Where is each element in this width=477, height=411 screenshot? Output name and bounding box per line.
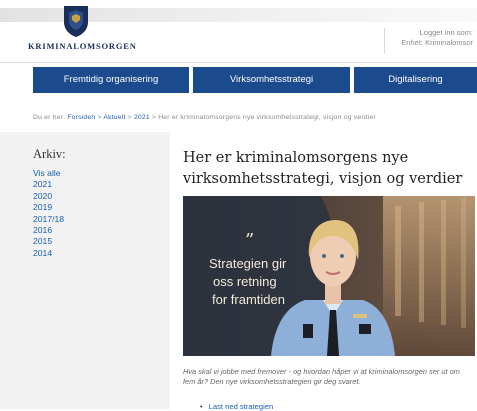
article-title: Her er kriminalomsorgens nye virksomhets… (183, 150, 463, 187)
breadcrumb-separator: > (151, 114, 157, 121)
hero-image: ” Strategien gir oss retning for framtid… (183, 196, 475, 356)
hero-quote-line-1: Strategien gir (209, 256, 287, 271)
breadcrumb-current: Her er kriminalomsorgens nye virksomhets… (158, 114, 376, 121)
hero-illustration: ” Strategien gir oss retning for framtid… (183, 196, 475, 356)
breadcrumb-aktuelt[interactable]: Aktuelt (103, 114, 125, 121)
breadcrumb-separator: > (127, 114, 132, 121)
breadcrumb-2021[interactable]: 2021 (134, 114, 150, 121)
main-nav: Fremtidig organisering Virksomhetsstrate… (0, 67, 477, 93)
archive-list: Vis alle 2021 2020 2019 2017/18 2016 201… (33, 168, 64, 259)
download-link-item: • Last ned strategien (200, 402, 273, 411)
site-header: KRIMINALOMSORGEN Logget inn som: Enhet: … (0, 0, 477, 63)
archive-item-vis-alle[interactable]: Vis alle (33, 168, 64, 179)
archive-item-2015[interactable]: 2015 (33, 236, 64, 247)
archive-item-2016[interactable]: 2016 (33, 225, 64, 236)
breadcrumb: Du er her: Forsiden > Aktuelt > 2021 > H… (33, 114, 376, 121)
login-user: Logget inn som: (419, 28, 473, 37)
archive-item-2019[interactable]: 2019 (33, 202, 64, 213)
hero-quote-line-2: oss retning (213, 274, 277, 289)
breadcrumb-prefix: Du er her: (33, 114, 66, 121)
nav-fremtidig-organisering[interactable]: Fremtidig organisering (33, 67, 189, 93)
hero-quote-mark: ” (245, 230, 254, 251)
crest-logo-icon[interactable] (62, 4, 90, 38)
archive-item-2020[interactable]: 2020 (33, 191, 64, 202)
breadcrumb-separator: > (97, 114, 102, 121)
archive-title: Arkiv: (33, 147, 66, 161)
archive-item-2021[interactable]: 2021 (33, 179, 64, 190)
nav-virksomhetsstrategi[interactable]: Virksomhetsstrategi (193, 67, 350, 93)
login-unit: Enhet: Kriminalomsor (401, 38, 473, 47)
breadcrumb-forsiden[interactable]: Forsiden (67, 114, 95, 121)
sidebar (0, 132, 170, 409)
article-lead: Hva skal vi jobbe med fremover - og hvor… (183, 367, 460, 386)
login-info: Logget inn som: Enhet: Kriminalomsor (384, 28, 477, 54)
hero-quote-line-3: for framtiden (212, 292, 285, 307)
nav-digitalisering[interactable]: Digitalisering (354, 67, 477, 93)
archive-item-2017-18[interactable]: 2017/18 (33, 214, 64, 225)
bullet-icon: • (200, 402, 203, 411)
download-strategy-link[interactable]: Last ned strategien (209, 402, 274, 411)
archive-item-2014[interactable]: 2014 (33, 248, 64, 259)
site-logo-text[interactable]: KRIMINALOMSORGEN (28, 41, 137, 51)
